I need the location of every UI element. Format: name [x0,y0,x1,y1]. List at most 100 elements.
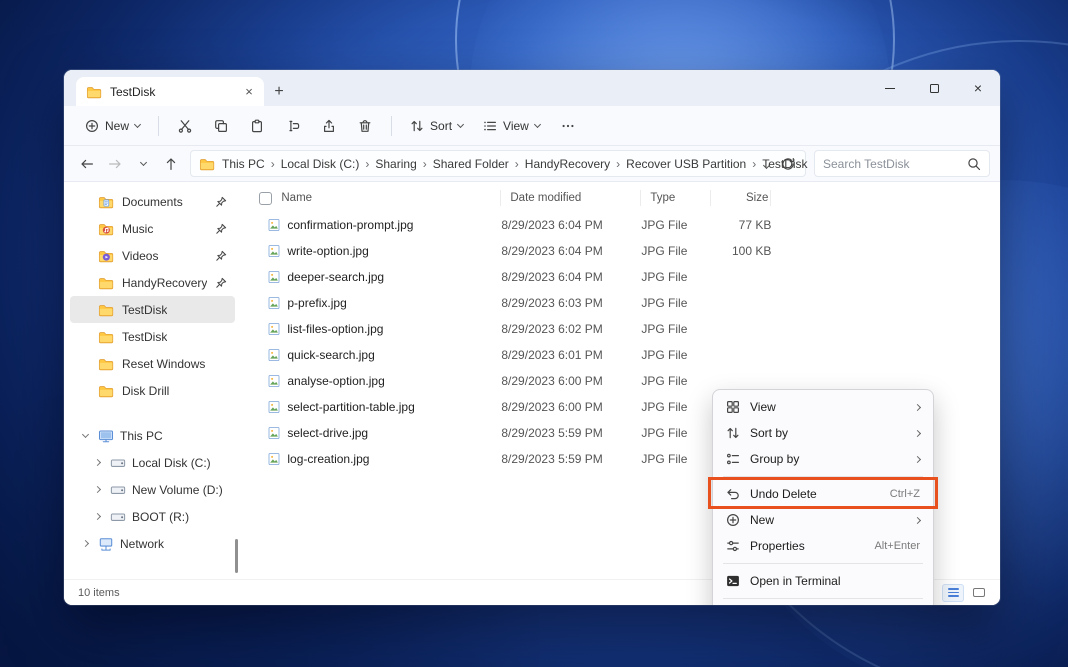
sidebar-item-label: Videos [122,248,159,263]
breadcrumb-segment-handyrecovery[interactable]: HandyRecovery [522,155,613,173]
sidebar-scrollbar[interactable] [235,539,239,573]
file-type: JPG File [641,244,688,258]
sidebar-item-documents[interactable]: Documents [70,188,235,215]
forward-icon [108,157,122,171]
tab-testdisk[interactable]: TestDisk × [76,77,264,106]
file-type: JPG File [641,270,688,284]
breadcrumb-segment-recover-usb-partition[interactable]: Recover USB Partition [623,155,749,173]
column-header-date-modified[interactable]: Date modified [501,190,642,206]
breadcrumb-segment-shared-folder[interactable]: Shared Folder [430,155,512,173]
menu-item-group-by[interactable]: Group by [717,446,929,472]
sort-button[interactable]: Sort [401,113,472,139]
chevron-right-icon[interactable] [78,539,92,548]
forward-button[interactable] [102,151,128,177]
navigation-pane: Documents Music Videos HandyRecovery TestDis… [64,182,239,579]
breadcrumb-separator-icon: › [422,156,427,171]
column-header-type[interactable]: Type [641,190,712,206]
column-header-size[interactable]: Size [711,190,772,206]
sidebar-item-reset-windows[interactable]: Reset Windows [70,350,235,377]
share-button[interactable] [312,111,346,141]
menu-item-show-more-options[interactable]: Show more options [717,603,929,605]
breadcrumb-segment-this-pc[interactable]: This PC [219,155,268,173]
menu-item-undo-delete[interactable]: Undo Delete Ctrl+Z [717,481,929,507]
cut-icon [178,119,192,133]
recent-locations-button[interactable] [130,151,156,177]
file-row-list-files-option-jpg[interactable]: list-files-option.jpg 8/29/2023 6:02 PM JP… [239,316,1000,342]
file-type: JPG File [641,296,688,310]
folder-icon [98,277,114,289]
address-bar: This PC › Local Disk (C:) › Sharing › Shared F… [64,146,1000,182]
videos-folder-icon [98,250,114,262]
delete-button[interactable] [348,111,382,141]
menu-separator [723,563,923,564]
address-box[interactable]: This PC › Local Disk (C:) › Sharing › Shared F… [190,150,808,177]
file-row-confirmation-prompt-jpg[interactable]: confirmation-prompt.jpg 8/29/2023 6:04 PM… [239,212,1000,238]
cut-button[interactable] [168,111,202,141]
view-button[interactable]: View [474,113,549,139]
sidebar-item-label: Documents [122,194,183,209]
sidebar-item-testdisk[interactable]: TestDisk [70,323,235,350]
file-type: JPG File [641,400,688,414]
minimize-button[interactable] [868,70,912,106]
file-row-deeper-search-jpg[interactable]: deeper-search.jpg 8/29/2023 6:04 PM JPG Fi… [239,264,1000,290]
close-button[interactable]: × [956,70,1000,106]
chevron-right-icon[interactable] [90,485,104,494]
tab-close-button[interactable]: × [240,83,258,101]
maximize-icon [929,83,939,93]
maximize-button[interactable] [912,70,956,106]
paste-button[interactable] [240,111,274,141]
sidebar-item-new-volume-d[interactable]: New Volume (D:) [70,476,235,503]
sidebar-item-local-disk-c[interactable]: Local Disk (C:) [70,449,235,476]
copy-button[interactable] [204,111,238,141]
file-row-write-option-jpg[interactable]: write-option.jpg 8/29/2023 6:04 PM JPG Fil… [239,238,1000,264]
large-icons-view-icon [973,588,985,597]
file-row-quick-search-jpg[interactable]: quick-search.jpg 8/29/2023 6:01 PM JPG Fil… [239,342,1000,368]
sidebar-item-this-pc[interactable]: This PC [70,422,235,449]
back-button[interactable] [74,151,100,177]
breadcrumb-separator-icon: › [616,156,621,171]
command-bar: New Sort View [64,106,1000,146]
title-bar: TestDisk × + × [64,70,1000,106]
menu-item-label: New [750,513,775,527]
search-icon [968,157,981,170]
rename-button[interactable] [276,111,310,141]
sidebar-item-disk-drill[interactable]: Disk Drill [70,377,235,404]
select-all-checkbox[interactable] [259,191,273,205]
sidebar-item-music[interactable]: Music [70,215,235,242]
up-button[interactable] [158,151,184,177]
network-icon [99,537,113,551]
sidebar-item-network[interactable]: Network [70,530,235,557]
documents-folder-icon [98,196,114,208]
menu-item-new[interactable]: New [717,507,929,533]
share-icon [324,119,335,132]
menu-item-sort-by[interactable]: Sort by [717,420,929,446]
refresh-button[interactable] [775,157,797,171]
sidebar-item-videos[interactable]: Videos [70,242,235,269]
new-button[interactable]: New [76,113,149,139]
folder-icon [86,86,102,98]
items-count: 10 items [78,586,120,599]
file-type: JPG File [641,452,688,466]
file-name: log-creation.jpg [287,452,370,466]
breadcrumb-segment-sharing[interactable]: Sharing [372,155,419,173]
see-more-button[interactable] [551,111,585,141]
file-row-p-prefix-jpg[interactable]: p-prefix.jpg 8/29/2023 6:03 PM JPG File [239,290,1000,316]
address-dropdown-button[interactable] [758,157,775,171]
file-date-modified: 8/29/2023 6:01 PM [501,348,603,362]
column-header-name[interactable]: Name [272,190,502,206]
sidebar-item-handyrecovery[interactable]: HandyRecovery [70,269,235,296]
menu-item-view[interactable]: View [717,394,929,420]
menu-item-open-in-terminal[interactable]: Open in Terminal [717,568,929,594]
sidebar-item-boot-r[interactable]: BOOT (R:) [70,503,235,530]
menu-item-properties[interactable]: Properties Alt+Enter [717,533,929,559]
chevron-right-icon[interactable] [90,512,104,521]
sidebar-item-testdisk[interactable]: TestDisk [70,296,236,323]
search-box[interactable]: Search TestDisk [814,150,990,177]
breadcrumb-segment-local-disk-c[interactable]: Local Disk (C:) [278,155,363,173]
chevron-right-icon[interactable] [90,458,104,467]
large-icons-view-button[interactable] [968,584,990,602]
details-view-button[interactable] [942,583,964,602]
new-tab-button[interactable]: + [264,77,294,106]
ellipsis-icon [561,119,575,133]
chevron-down-icon[interactable] [78,430,92,439]
